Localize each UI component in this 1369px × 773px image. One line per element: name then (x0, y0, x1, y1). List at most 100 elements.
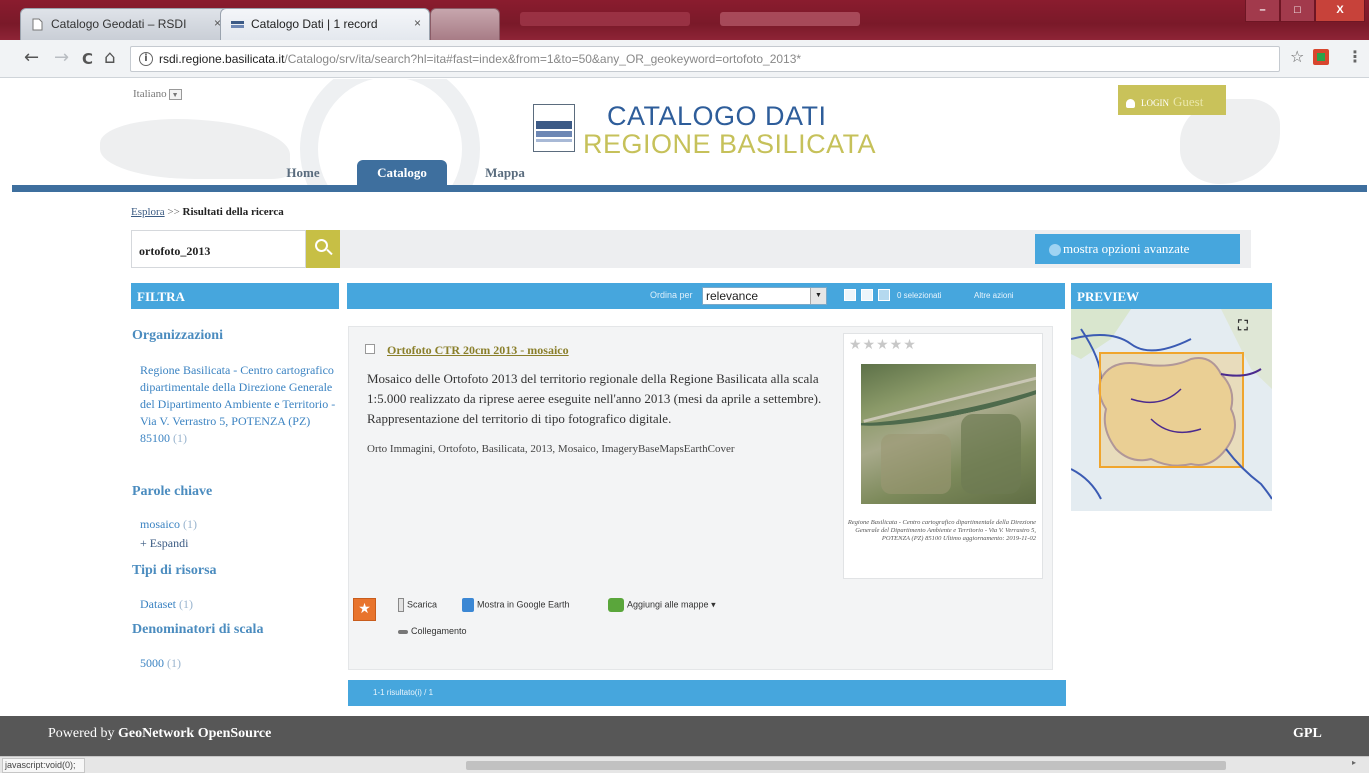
login-button[interactable]: LOGIN Guest (1118, 85, 1226, 115)
page-icon (32, 18, 43, 31)
filter-item-label: Regione Basilicata - Centro cartografico… (140, 363, 336, 445)
sort-label: Ordina per (650, 290, 693, 300)
minimize-button[interactable]: – (1245, 0, 1280, 22)
info-icon[interactable]: i (139, 52, 153, 66)
license-link[interactable]: GPL (1293, 726, 1322, 742)
add-to-map-icon (608, 598, 624, 612)
bookmark-star-icon[interactable]: ☆ (1290, 47, 1304, 66)
filter-item-count: (1) (178, 597, 193, 611)
sort-select[interactable]: relevance ▼ (702, 287, 827, 305)
browser-new-tab[interactable] (430, 8, 500, 40)
browser-tab-catalogo-geodati[interactable]: Catalogo Geodati – RSDI × (20, 8, 230, 40)
powered-by: Powered by GeoNetwork OpenSource (48, 726, 271, 742)
result-description: Mosaico delle Ortofoto 2013 del territor… (367, 371, 822, 426)
site-title: CATALOGO DATI (607, 101, 827, 131)
gear-icon (1049, 244, 1061, 257)
download-label: Scarica (407, 599, 438, 610)
breadcrumb-link-esplora[interactable]: Esplora (131, 206, 165, 218)
advanced-options-button[interactable]: mostra opzioni avanzate (1035, 234, 1240, 264)
breadcrumb: Esplora >> Risultati della ricerca (131, 206, 284, 218)
map-silhouette-left (100, 119, 290, 179)
filter-header: FILTRA (131, 283, 339, 309)
link-label: Collegamento (411, 626, 467, 636)
browser-tabstrip: Catalogo Geodati – RSDI × Catalogo Dati … (0, 0, 1369, 40)
filter-section-resource-types: Tipi di risorsa (132, 563, 217, 578)
filter-item-count: (1) (183, 517, 197, 531)
home-icon[interactable]: ⌂ (104, 49, 115, 67)
tab-label: Catalogo Dati | 1 record (251, 17, 378, 31)
advanced-options-label: mostra opzioni avanzate (1063, 241, 1190, 256)
tab-home[interactable]: Home (268, 160, 338, 185)
reload-icon[interactable]: C (82, 50, 93, 68)
rating-stars[interactable]: ★★★★★ (849, 337, 917, 353)
breadcrumb-separator: >> (167, 206, 180, 218)
tab-label: Catalogo Geodati – RSDI (51, 17, 187, 31)
result-thumbnail-image[interactable] (861, 364, 1036, 504)
thumbnail-caption: Regione Basilicata - Centro cartografico… (847, 519, 1036, 542)
login-user: Guest (1173, 94, 1204, 109)
filter-section-keywords: Parole chiave (132, 484, 213, 499)
login-label: LOGIN (1141, 98, 1169, 108)
dropdown-arrow-icon[interactable]: ▼ (168, 88, 182, 100)
google-earth-icon (462, 598, 474, 612)
result-keywords: Orto Immagini, Ortofoto, Basilicata, 201… (367, 443, 735, 455)
sort-value: relevance (706, 289, 759, 303)
link-action[interactable]: Collegamento (398, 626, 467, 636)
browser-tab-catalogo-dati[interactable]: Catalogo Dati | 1 record × (220, 8, 430, 40)
other-actions-menu[interactable]: Altre azioni (974, 291, 1014, 300)
breadcrumb-current: Risultati della ricerca (182, 206, 284, 218)
address-bar[interactable]: i rsdi.regione.basilicata.it/Catalogo/srv… (130, 46, 1280, 72)
download-action[interactable]: Scarica (398, 598, 437, 612)
site-subtitle: REGIONE BASILICATA (583, 129, 877, 159)
browser-menu-icon[interactable]: ⋮ (1347, 47, 1363, 66)
site-header: Italiano ▼ CATALOGO DATI REGIONE BASILICA… (0, 79, 1369, 185)
results-pager: 1-1 risultato(i) / 1 (348, 680, 1066, 706)
preview-header: PREVIEW (1071, 283, 1272, 309)
preview-map[interactable] (1071, 309, 1272, 511)
result-select-checkbox[interactable] (365, 344, 375, 354)
fullscreen-icon[interactable]: ⛶ (1238, 318, 1248, 334)
powered-prefix: Powered by (48, 726, 115, 741)
expand-link[interactable]: + Espandi (140, 535, 188, 552)
search-button[interactable] (306, 230, 340, 268)
filter-item-organization[interactable]: Regione Basilicata - Centro cartografico… (140, 362, 340, 447)
view-list-icon[interactable] (844, 289, 856, 301)
filter-section-scale: Denominatori di scala (132, 622, 264, 637)
tab-close-icon[interactable]: × (414, 16, 421, 30)
selected-count[interactable]: 0 selezionati (897, 291, 941, 300)
back-arrow-icon[interactable]: ← (24, 49, 39, 67)
horizontal-scrollbar[interactable] (466, 761, 1226, 770)
filter-item-resource-type[interactable]: Dataset (1) (140, 596, 193, 613)
maximize-button[interactable]: □ (1280, 0, 1315, 22)
language-value: Italiano (133, 88, 167, 100)
result-title-link[interactable]: Ortofoto CTR 20cm 2013 - mosaico (387, 343, 569, 358)
close-window-button[interactable]: X (1315, 0, 1365, 22)
view-grid-icon[interactable] (861, 289, 873, 301)
region-logo (533, 104, 575, 152)
add-to-map-action[interactable]: Aggiungi alle mappe ▾ (608, 598, 716, 612)
scroll-right-icon[interactable]: ▸ (1352, 758, 1356, 767)
google-earth-action[interactable]: Mostra in Google Earth (462, 598, 570, 612)
extension-icon[interactable] (1313, 49, 1329, 65)
pager-text: 1-1 risultato(i) / 1 (373, 688, 434, 697)
google-earth-label: Mostra in Google Earth (477, 599, 570, 610)
url-host: rsdi.regione.basilicata.it (159, 52, 285, 66)
site-footer: Powered by GeoNetwork OpenSource GPL (0, 716, 1369, 756)
language-selector[interactable]: Italiano ▼ (133, 88, 182, 100)
user-icon (1126, 99, 1135, 109)
filter-item-label: mosaico (140, 517, 180, 531)
filter-item-scale[interactable]: 5000 (1) (140, 655, 181, 672)
forward-arrow-icon[interactable]: → (54, 49, 69, 67)
filter-item-count: (1) (173, 431, 187, 445)
filter-item-count: (1) (167, 656, 181, 670)
tab-catalogo[interactable]: Catalogo (357, 160, 447, 185)
filter-item-keyword[interactable]: mosaico (1) (140, 516, 197, 533)
favorite-star-icon[interactable]: ★ (353, 598, 376, 621)
tab-mappa[interactable]: Mappa (470, 160, 540, 185)
powered-name-link[interactable]: GeoNetwork OpenSource (118, 726, 271, 741)
filter-item-label: Dataset (140, 597, 176, 611)
chevron-down-icon: ▼ (810, 288, 826, 304)
search-input[interactable]: ortofoto_2013 (131, 230, 306, 268)
view-compact-icon[interactable] (878, 289, 890, 301)
site-favicon-icon (231, 21, 244, 28)
